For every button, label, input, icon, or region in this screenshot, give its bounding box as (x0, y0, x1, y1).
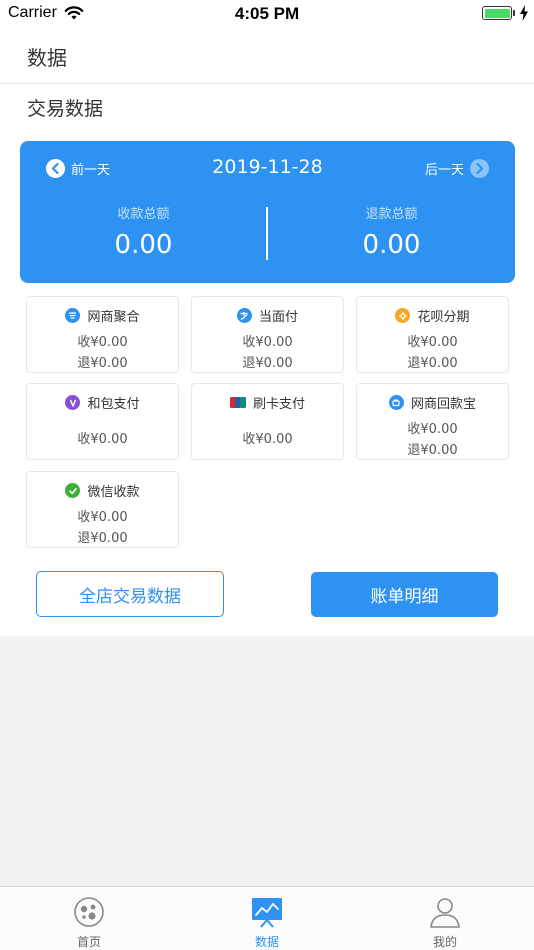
next-day-label: 后一天 (424, 162, 464, 178)
tab-label: 我的 (432, 935, 457, 949)
channel-tile-card[interactable]: 刷卡支付 收¥0.00 (191, 383, 344, 460)
wangshang-icon (65, 308, 81, 323)
channel-name: 微信收款 (87, 485, 140, 500)
tab-profile[interactable]: 我的 (356, 887, 534, 950)
tab-data[interactable]: 数据 (178, 887, 356, 950)
wechat-icon (65, 483, 81, 498)
refund-total-label: 退款总额 (365, 207, 418, 222)
channel-income: 收¥0.00 (77, 432, 128, 447)
channel-income: 收¥0.00 (407, 335, 458, 350)
tab-bar: 首页 数据 我的 (0, 886, 534, 950)
channel-refund: 退¥0.00 (242, 356, 293, 371)
refund-total-value: 0.00 (362, 230, 421, 260)
channel-refund: 退¥0.00 (407, 356, 458, 371)
channel-name: 和包支付 (87, 397, 140, 412)
channel-income: 收¥0.00 (77, 335, 128, 350)
income-total: 收款总额 0.00 (20, 203, 267, 260)
main-content: 交易数据 前一天 2019-11-28 后一天 收款总额 0.00 退款总额 0… (0, 84, 534, 636)
channel-name: 当面付 (258, 310, 298, 325)
section-title: 交易数据 (27, 98, 104, 120)
income-total-value: 0.00 (114, 230, 173, 260)
channel-name: 刷卡支付 (252, 397, 305, 412)
home-icon (74, 897, 104, 927)
channel-tile-huikuanbao[interactable]: 网商回款宝 收¥0.00 退¥0.00 (356, 383, 509, 460)
unionpay-icon (229, 397, 246, 408)
channel-tile-wechat[interactable]: 微信收款 收¥0.00 退¥0.00 (26, 471, 179, 548)
channel-refund: 退¥0.00 (407, 443, 458, 458)
charging-bolt-icon (520, 5, 528, 21)
battery-cap (513, 10, 515, 16)
channel-income: 收¥0.00 (242, 335, 293, 350)
summary-card: 前一天 2019-11-28 后一天 收款总额 0.00 退款总额 0.00 (20, 141, 515, 283)
alipay-icon (236, 308, 252, 323)
navigation-bar: 数据 (0, 28, 534, 84)
channel-name: 网商回款宝 (410, 397, 476, 412)
income-total-label: 收款总额 (117, 207, 170, 222)
channel-income: 收¥0.00 (77, 510, 128, 525)
tab-label: 数据 (254, 935, 279, 949)
battery-icon (482, 6, 512, 20)
channel-tile-huabei[interactable]: 花呗分期 收¥0.00 退¥0.00 (356, 296, 509, 373)
channel-income: 收¥0.00 (407, 422, 458, 437)
channel-tile-hebao[interactable]: 和包支付 收¥0.00 (26, 383, 179, 460)
tab-label: 首页 (76, 935, 101, 949)
refund-total: 退款总额 0.00 (268, 203, 515, 260)
huikuanbao-icon (388, 395, 404, 410)
chevron-right-icon (470, 158, 489, 178)
all-store-data-button[interactable]: 全店交易数据 (36, 571, 224, 617)
channel-refund: 退¥0.00 (77, 356, 128, 371)
channel-tile-dangmianfu[interactable]: 当面付 收¥0.00 退¥0.00 (191, 296, 344, 373)
data-chart-icon (252, 898, 282, 928)
channel-name: 花呗分期 (417, 310, 470, 325)
channel-tile-wangshang[interactable]: 网商聚合 收¥0.00 退¥0.00 (26, 296, 179, 373)
huabei-icon (395, 308, 411, 323)
profile-icon (430, 898, 460, 928)
page-title: 数据 (27, 46, 67, 70)
status-bar: Carrier 4:05 PM (0, 0, 534, 28)
channel-income: 收¥0.00 (242, 432, 293, 447)
channel-refund: 退¥0.00 (77, 531, 128, 546)
hebao-icon (65, 395, 81, 410)
channel-name: 网商聚合 (87, 310, 140, 325)
clock: 4:05 PM (234, 4, 300, 23)
next-day-button[interactable]: 后一天 (425, 158, 489, 178)
bill-detail-button[interactable]: 账单明细 (311, 572, 498, 617)
tab-home[interactable]: 首页 (0, 887, 178, 950)
